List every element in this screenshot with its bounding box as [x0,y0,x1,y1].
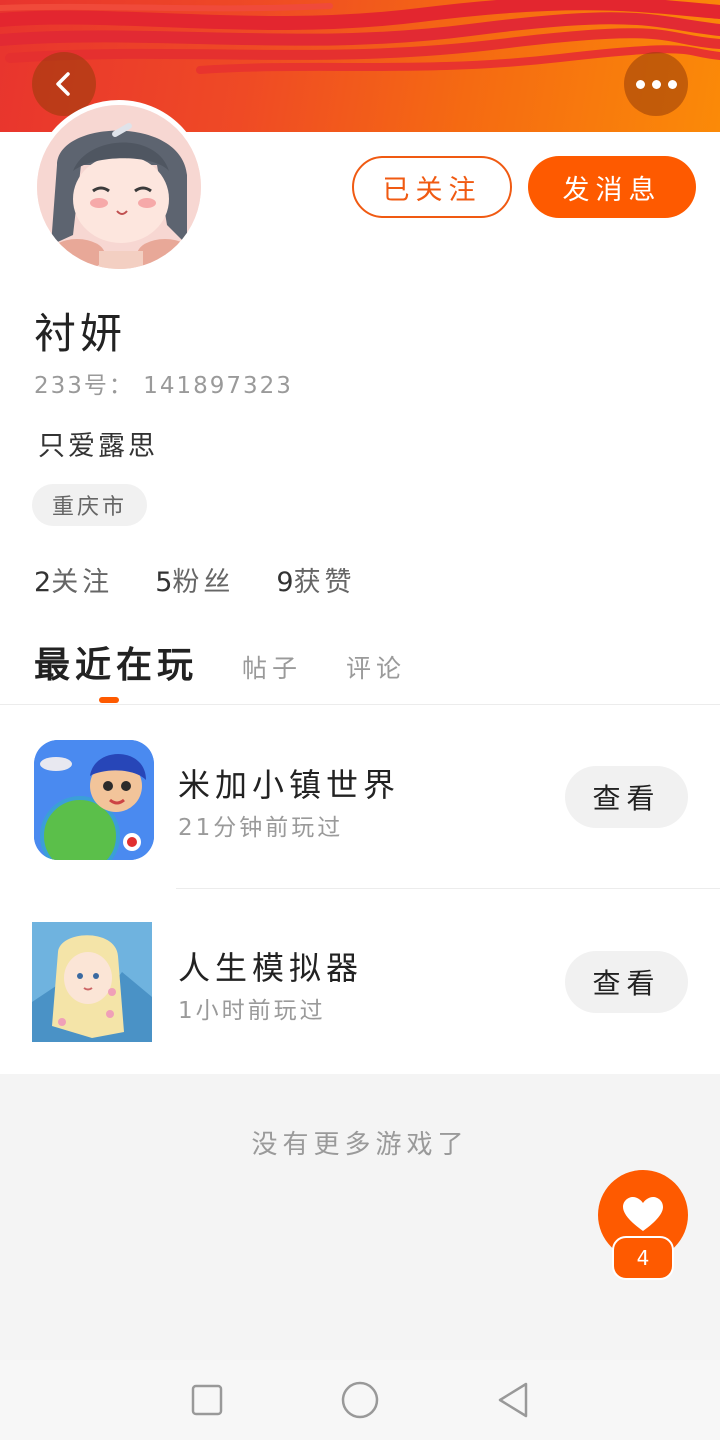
game-last-played: 21分钟前玩过 [178,815,344,841]
active-tab-indicator [99,697,119,703]
profile-name: 衬妍 [34,309,127,358]
chevron-left-icon [56,72,70,96]
stat-following[interactable]: 2关注 [34,560,113,599]
view-game-button[interactable]: 查看 [565,951,688,1013]
more-button[interactable] [624,52,688,116]
send-message-button[interactable]: 发消息 [528,156,696,218]
tab-recently-played[interactable]: 最近在玩 [34,636,198,688]
tabs-divider [0,704,720,705]
anime-girl-avatar-image [37,105,201,269]
profile-stats: 2关注 5粉丝 9获赞 [34,560,356,599]
triangle-back-icon [499,1382,528,1418]
user-id: 233号： 141897323 [34,373,293,399]
tab-comments[interactable]: 评论 [346,649,406,685]
profile-bio: 只爱露思 [38,431,158,462]
life-simulator-game-icon [32,922,152,1042]
home-button[interactable] [330,1370,390,1430]
avatar[interactable] [32,100,206,274]
stat-likes[interactable]: 9获赞 [276,560,355,599]
stat-followers-count: 5 [155,567,173,598]
tab-posts[interactable]: 帖子 [242,649,302,685]
profile-tabs: 最近在玩 帖子 评论 [34,636,450,688]
game-list-item[interactable]: 人生模拟器 1小时前玩过 查看 [0,905,720,1055]
stat-following-label: 关注 [51,567,114,598]
like-count-badge: 4 [612,1236,674,1280]
square-icon [191,1384,222,1416]
game-last-played: 1小时前玩过 [178,998,326,1024]
stat-followers[interactable]: 5粉丝 [155,560,234,599]
game-list-item[interactable]: 米加小镇世界 21分钟前玩过 查看 [0,722,720,872]
heart-icon [623,1197,663,1231]
stat-likes-label: 获赞 [293,567,356,598]
miga-town-game-icon [34,740,154,860]
system-nav-bar [0,1360,720,1440]
system-back-button[interactable] [483,1370,543,1430]
stat-likes-count: 9 [276,567,294,598]
recent-apps-button[interactable] [177,1370,237,1430]
followed-button[interactable]: 已关注 [352,156,512,218]
location-tag: 重庆市 [32,484,148,526]
stat-following-count: 2 [34,567,52,598]
circle-icon [341,1381,379,1419]
stat-followers-label: 粉丝 [172,567,235,598]
game-title: 人生模拟器 [178,949,364,987]
view-game-button[interactable]: 查看 [565,766,688,828]
row-divider [176,888,720,889]
no-more-games-text: 没有更多游戏了 [251,1130,469,1160]
more-dots-icon [635,79,677,89]
game-title: 米加小镇世界 [178,766,401,804]
